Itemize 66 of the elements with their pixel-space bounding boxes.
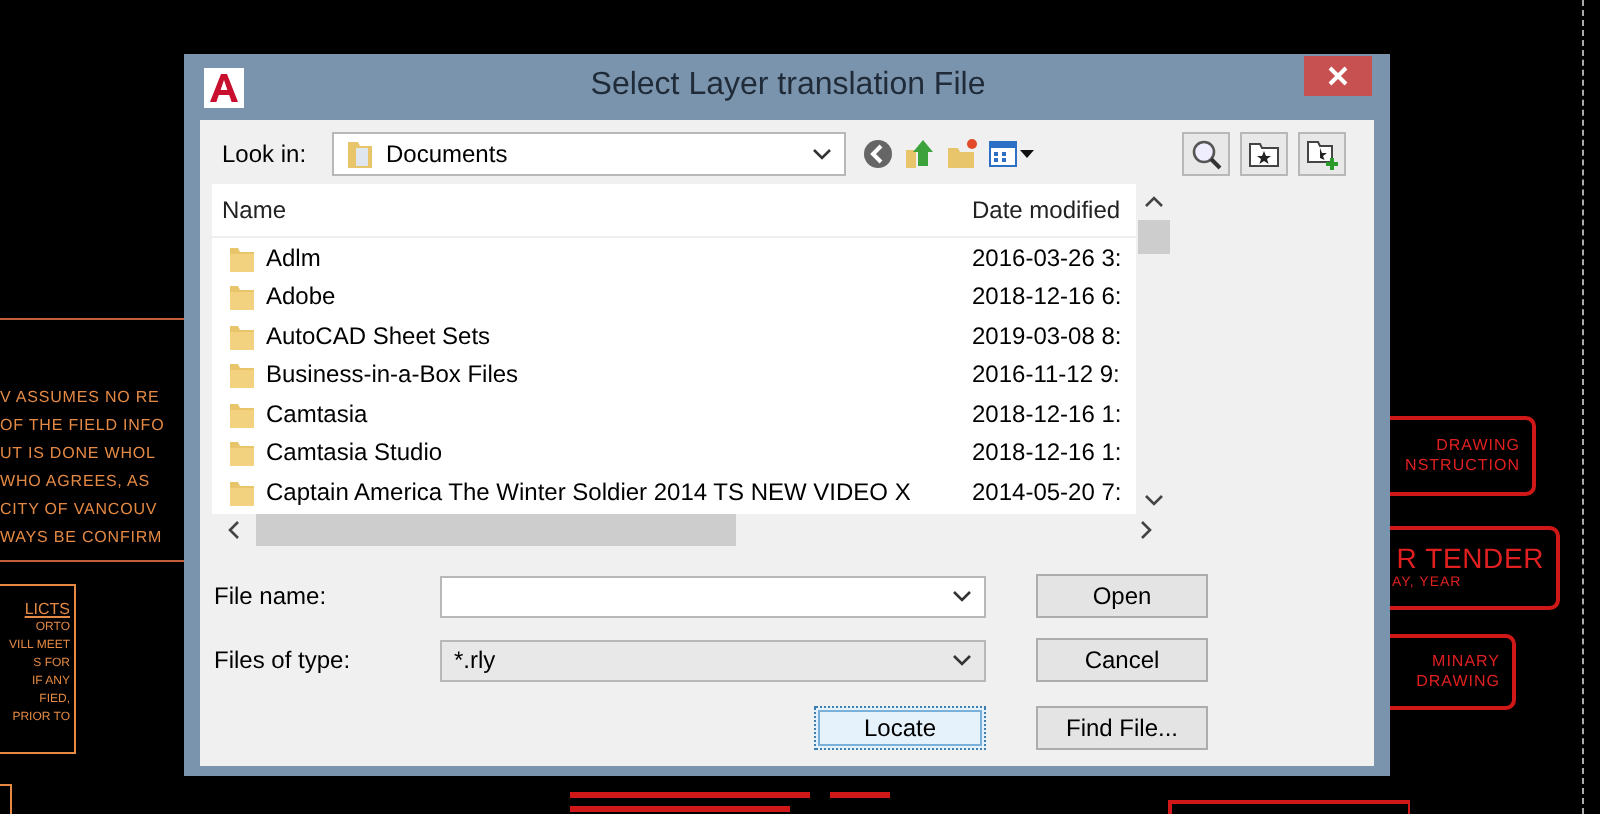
file-name-field[interactable] — [440, 575, 986, 617]
open-button[interactable]: Open — [1036, 574, 1208, 618]
search-icon — [1190, 138, 1222, 170]
up-folder-icon[interactable] — [904, 138, 936, 170]
close-icon — [1328, 66, 1348, 86]
scroll-right-icon[interactable] — [1140, 520, 1152, 540]
file-type-label: Files of type: — [214, 646, 353, 674]
file-row[interactable]: Business-in-a-Box Files 2016-11-12 9: — [212, 355, 1136, 394]
file-row[interactable]: Camtasia 2018-12-16 1: — [212, 394, 1136, 433]
scroll-up-icon[interactable] — [1144, 196, 1164, 208]
views-menu-icon[interactable] — [988, 138, 1036, 170]
back-icon[interactable] — [862, 138, 894, 170]
folder-icon — [228, 280, 256, 313]
file-name: Adlm — [266, 243, 321, 272]
find-file-button[interactable]: Find File... — [1036, 706, 1208, 750]
date-modified: 2018-12-16 1: — [972, 438, 1122, 467]
scroll-down-icon[interactable] — [1144, 494, 1164, 506]
file-row[interactable]: Adlm 2016-03-26 3: — [212, 238, 1136, 277]
cancel-button[interactable]: Cancel — [1036, 638, 1208, 682]
chevron-down-icon — [952, 654, 972, 666]
date-modified: 2014-05-20 7: — [972, 477, 1122, 506]
file-name: AutoCAD Sheet Sets — [266, 321, 491, 350]
favorites-button[interactable] — [1240, 132, 1288, 176]
search-button[interactable] — [1182, 132, 1230, 176]
date-modified: 2018-12-16 6: — [972, 282, 1122, 311]
folder-icon — [228, 358, 256, 391]
title-block-text: MINARY — [1432, 652, 1500, 672]
file-name: Captain America The Winter Soldier 2014 TS NEW VIDEO X — [266, 477, 911, 506]
chevron-down-icon — [952, 590, 972, 602]
date-modified: 2018-12-16 1: — [972, 399, 1122, 428]
title-block-text: NSTRUCTION — [1405, 456, 1520, 476]
date-modified: 2016-03-26 3: — [972, 243, 1122, 272]
file-row[interactable]: Camtasia Studio 2018-12-16 1: — [212, 433, 1136, 472]
date-modified: 2016-11-12 9: — [972, 360, 1120, 389]
file-name: Camtasia — [266, 399, 368, 428]
add-favorite-button[interactable] — [1298, 132, 1346, 176]
scroll-left-icon[interactable] — [228, 520, 240, 540]
note-heading: LICTS — [24, 598, 72, 620]
scroll-thumb[interactable] — [256, 514, 736, 546]
star-folder-icon — [1248, 138, 1280, 170]
chevron-down-icon — [812, 148, 832, 160]
new-folder-icon[interactable] — [946, 138, 978, 170]
file-type-dropdown[interactable]: *.rly — [440, 639, 986, 681]
file-name: Adobe — [266, 282, 336, 311]
date-modified: 2019-03-08 8: — [972, 321, 1122, 350]
app-icon — [204, 68, 244, 108]
file-row[interactable]: Captain America The Winter Soldier 2014 TS NEW VIDEO X 2014-05-20 7: — [212, 472, 1136, 511]
title-block-text: DRAWING — [1436, 436, 1520, 456]
file-name: Business-in-a-Box Files — [266, 360, 519, 389]
window-title: Select Layer translation File — [588, 68, 988, 104]
folder-icon — [346, 138, 374, 170]
file-row[interactable]: Adobe 2018-12-16 6: — [212, 277, 1136, 316]
close-button[interactable] — [1304, 56, 1372, 96]
add-folder-icon — [1306, 138, 1338, 170]
title-block-text: DRAWING — [1416, 672, 1500, 692]
scroll-thumb[interactable] — [1138, 220, 1170, 254]
locate-button[interactable]: Locate — [814, 706, 986, 750]
file-name: Camtasia Studio — [266, 438, 443, 467]
folder-icon — [228, 436, 256, 469]
file-row[interactable]: AutoCAD Sheet Sets 2019-03-08 8: — [212, 316, 1136, 355]
file-name-label: File name: — [214, 582, 329, 610]
title-block-text: R TENDER — [1396, 542, 1544, 574]
column-header[interactable]: Name — [212, 196, 964, 224]
column-header[interactable]: Date modified — [964, 196, 1136, 224]
look-in-dropdown[interactable]: Documents — [332, 132, 846, 176]
look-in-label: Look in: — [222, 140, 309, 168]
